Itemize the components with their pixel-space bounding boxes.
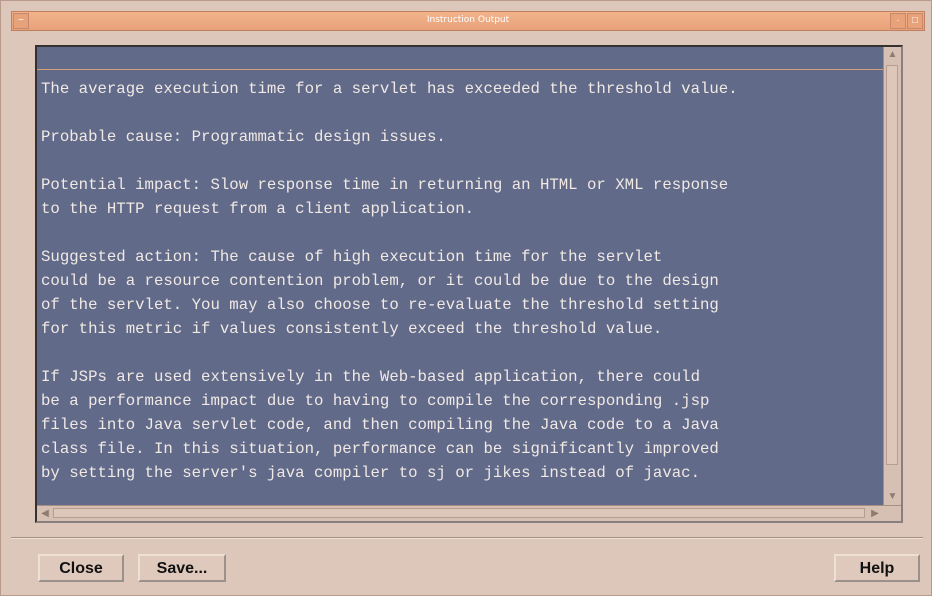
save-button[interactable]: Save... — [138, 554, 226, 582]
arrow-up-icon[interactable]: ▲ — [884, 47, 901, 63]
arrow-down-icon[interactable]: ▼ — [884, 489, 901, 505]
output-top-field — [37, 47, 883, 70]
horizontal-scroll-thumb[interactable] — [53, 508, 865, 518]
instruction-output-window: − Instruction Output · □ The average exe… — [0, 0, 932, 596]
minimize-icon[interactable]: · — [890, 13, 906, 29]
arrow-left-icon[interactable]: ◀ — [37, 506, 53, 521]
vertical-scrollbar[interactable]: ▲ ▼ — [883, 47, 901, 505]
window-title: Instruction Output — [426, 15, 510, 25]
close-button[interactable]: Close — [38, 554, 124, 582]
title-bar[interactable]: − Instruction Output · □ — [11, 11, 925, 31]
output-frame: The average execution time for a servlet… — [23, 33, 911, 533]
arrow-right-icon[interactable]: ▶ — [867, 506, 883, 521]
horizontal-scrollbar[interactable]: ◀ ▶ — [37, 505, 901, 521]
instruction-output-text: The average execution time for a servlet… — [41, 80, 738, 482]
maximize-icon[interactable]: □ — [907, 13, 923, 29]
help-button[interactable]: Help — [834, 554, 920, 582]
vertical-scroll-thumb[interactable] — [886, 65, 898, 465]
button-bar-separator — [11, 537, 923, 539]
instruction-output-text-area[interactable]: The average execution time for a servlet… — [35, 45, 903, 523]
